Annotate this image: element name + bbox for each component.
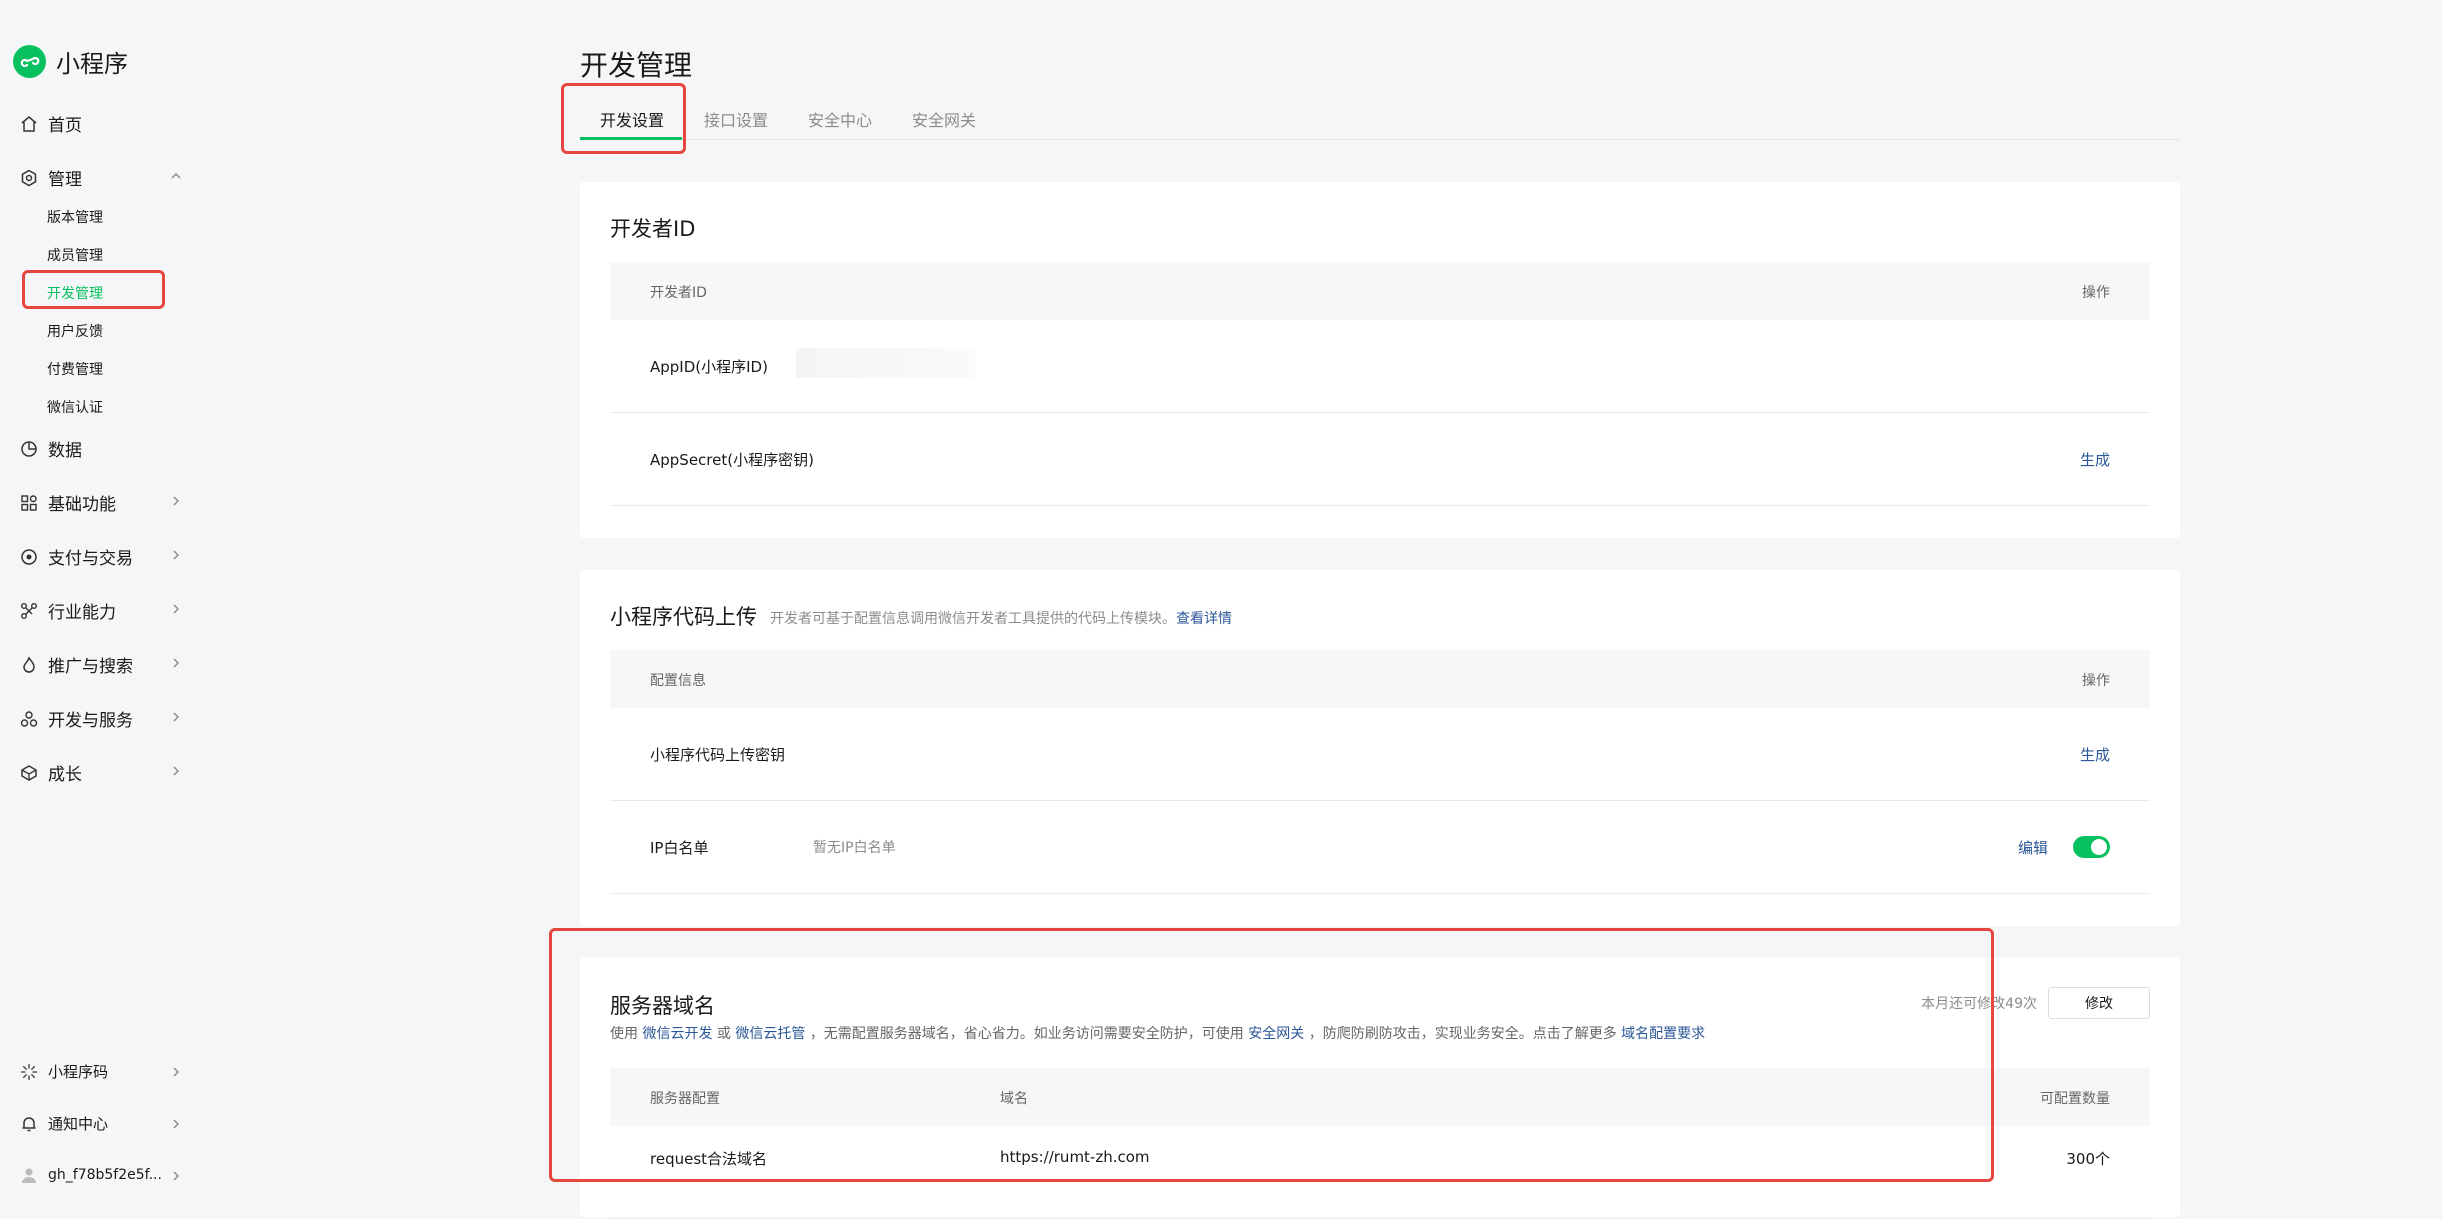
nav-growth[interactable]: 成长	[20, 760, 82, 785]
industry-icon	[20, 602, 38, 620]
ip-whitelist-toggle[interactable]	[2073, 836, 2110, 858]
code-upload-desc-text: 开发者可基于配置信息调用微信开发者工具提供的代码上传模块。	[770, 611, 1176, 627]
generate-upload-key-link[interactable]: 生成	[2080, 744, 2110, 765]
chevron-right-icon[interactable]	[170, 711, 182, 723]
ip-whitelist-label: IP白名单	[650, 839, 709, 857]
appid-label: AppID(小程序ID)	[650, 358, 768, 376]
request-domain-count: 300个	[2066, 1150, 2110, 1168]
card-title-code-upload: 小程序代码上传	[610, 605, 757, 629]
sidebar: 小程序 首页 管理 版本管理 成员管理 开发管理 用户反馈 付费管理 微信认证 …	[0, 0, 210, 1195]
app-logo[interactable]: 小程序	[13, 44, 128, 79]
pie-chart-icon	[20, 440, 38, 458]
card-title-developer-id: 开发者ID	[610, 217, 696, 241]
table-row-appsecret: AppSecret(小程序密钥) 生成	[610, 413, 2150, 506]
tab-security-center[interactable]: 安全中心	[808, 107, 872, 131]
chevron-right-icon[interactable]	[170, 1066, 182, 1078]
app-title: 小程序	[56, 50, 128, 78]
tab-security-gateway[interactable]: 安全网关	[912, 107, 976, 131]
sidebar-item-feedback[interactable]: 用户反馈	[47, 321, 103, 341]
edit-ip-whitelist-link[interactable]: 编辑	[2018, 837, 2048, 858]
gear-icon	[20, 169, 38, 187]
chevron-up-icon[interactable]	[170, 170, 182, 182]
account-name: gh_f78b5f2e5f...	[48, 1167, 162, 1183]
nav-devservice-label: 开发与服务	[48, 711, 133, 731]
tab-api-settings[interactable]: 接口设置	[704, 107, 768, 131]
payment-icon	[20, 548, 38, 566]
appid-value-masked	[796, 348, 976, 378]
tab-bar: 开发设置 接口设置 安全中心 安全网关	[580, 105, 2180, 140]
view-details-link[interactable]: 查看详情	[1176, 611, 1232, 627]
avatar	[20, 1166, 38, 1184]
highlight-box-tab	[561, 83, 686, 154]
col-developer-id: 开发者ID	[650, 285, 707, 301]
appsecret-label: AppSecret(小程序密钥)	[650, 451, 814, 469]
nav-data[interactable]: 数据	[20, 436, 82, 461]
nav-promote[interactable]: 推广与搜索	[20, 652, 133, 677]
chevron-right-icon[interactable]	[170, 1170, 182, 1182]
miniprogram-logo-icon	[13, 45, 46, 78]
apps-grid-icon	[20, 494, 38, 512]
developer-id-card: 开发者ID 开发者ID 操作 AppID(小程序ID) AppSecret(小程…	[580, 182, 2180, 538]
sidebar-item-verify[interactable]: 微信认证	[47, 397, 103, 417]
table-row-ip-whitelist: IP白名单 暂无IP白名单 编辑	[610, 801, 2150, 894]
table-row-upload-key: 小程序代码上传密钥 生成	[610, 708, 2150, 801]
nav-devservice[interactable]: 开发与服务	[20, 706, 133, 731]
table-header: 配置信息 操作	[610, 650, 2150, 708]
upload-key-label: 小程序代码上传密钥	[650, 746, 786, 764]
nav-notify[interactable]: 通知中心	[20, 1113, 108, 1134]
sidebar-item-members[interactable]: 成员管理	[47, 245, 103, 265]
col-count: 可配置数量	[2040, 1091, 2110, 1107]
highlight-box-server-domain	[549, 928, 1994, 1182]
modify-button[interactable]: 修改	[2048, 987, 2150, 1019]
chevron-right-icon[interactable]	[170, 1118, 182, 1130]
page-title: 开发管理	[580, 49, 693, 82]
ip-whitelist-value: 暂无IP白名单	[813, 840, 896, 856]
table-header: 开发者ID 操作	[610, 262, 2150, 320]
table-row-appid: AppID(小程序ID)	[610, 320, 2150, 413]
chevron-right-icon[interactable]	[170, 657, 182, 669]
bell-icon	[20, 1115, 38, 1133]
nav-account[interactable]: gh_f78b5f2e5f...	[20, 1166, 162, 1184]
nav-industry[interactable]: 行业能力	[20, 598, 116, 623]
nav-notify-label: 通知中心	[48, 1115, 109, 1133]
nav-qrcode[interactable]: 小程序码	[20, 1061, 108, 1082]
home-icon	[20, 115, 38, 133]
nav-home-label: 首页	[48, 116, 82, 136]
sidebar-item-version[interactable]: 版本管理	[47, 207, 103, 227]
flame-icon	[20, 655, 38, 674]
nav-industry-label: 行业能力	[48, 603, 116, 623]
col-action: 操作	[2082, 673, 2110, 689]
code-upload-desc: 开发者可基于配置信息调用微信开发者工具提供的代码上传模块。查看详情	[770, 608, 1232, 628]
nav-basic[interactable]: 基础功能	[20, 490, 116, 515]
growth-icon	[20, 764, 38, 782]
nav-growth-label: 成长	[48, 765, 82, 785]
nav-manage[interactable]: 管理	[20, 165, 82, 190]
chevron-right-icon[interactable]	[170, 495, 182, 507]
nav-manage-label: 管理	[48, 170, 82, 190]
nav-promote-label: 推广与搜索	[48, 657, 133, 677]
highlight-box-sidebar	[22, 270, 165, 309]
nav-pay-label: 支付与交易	[48, 549, 133, 569]
generate-secret-link[interactable]: 生成	[2080, 449, 2110, 470]
nav-basic-label: 基础功能	[48, 495, 116, 515]
nav-home[interactable]: 首页	[20, 111, 82, 136]
code-upload-card: 小程序代码上传 开发者可基于配置信息调用微信开发者工具提供的代码上传模块。查看详…	[580, 570, 2180, 926]
col-config: 配置信息	[650, 673, 706, 689]
chevron-right-icon[interactable]	[170, 765, 182, 777]
dev-service-icon	[20, 710, 38, 728]
nav-qrcode-label: 小程序码	[48, 1063, 109, 1081]
nav-pay[interactable]: 支付与交易	[20, 544, 133, 569]
chevron-right-icon[interactable]	[170, 603, 182, 615]
sidebar-item-billing[interactable]: 付费管理	[47, 359, 103, 379]
chevron-right-icon[interactable]	[170, 549, 182, 561]
miniprogram-code-icon	[20, 1063, 38, 1081]
nav-data-label: 数据	[48, 441, 82, 461]
col-action: 操作	[2082, 285, 2110, 301]
